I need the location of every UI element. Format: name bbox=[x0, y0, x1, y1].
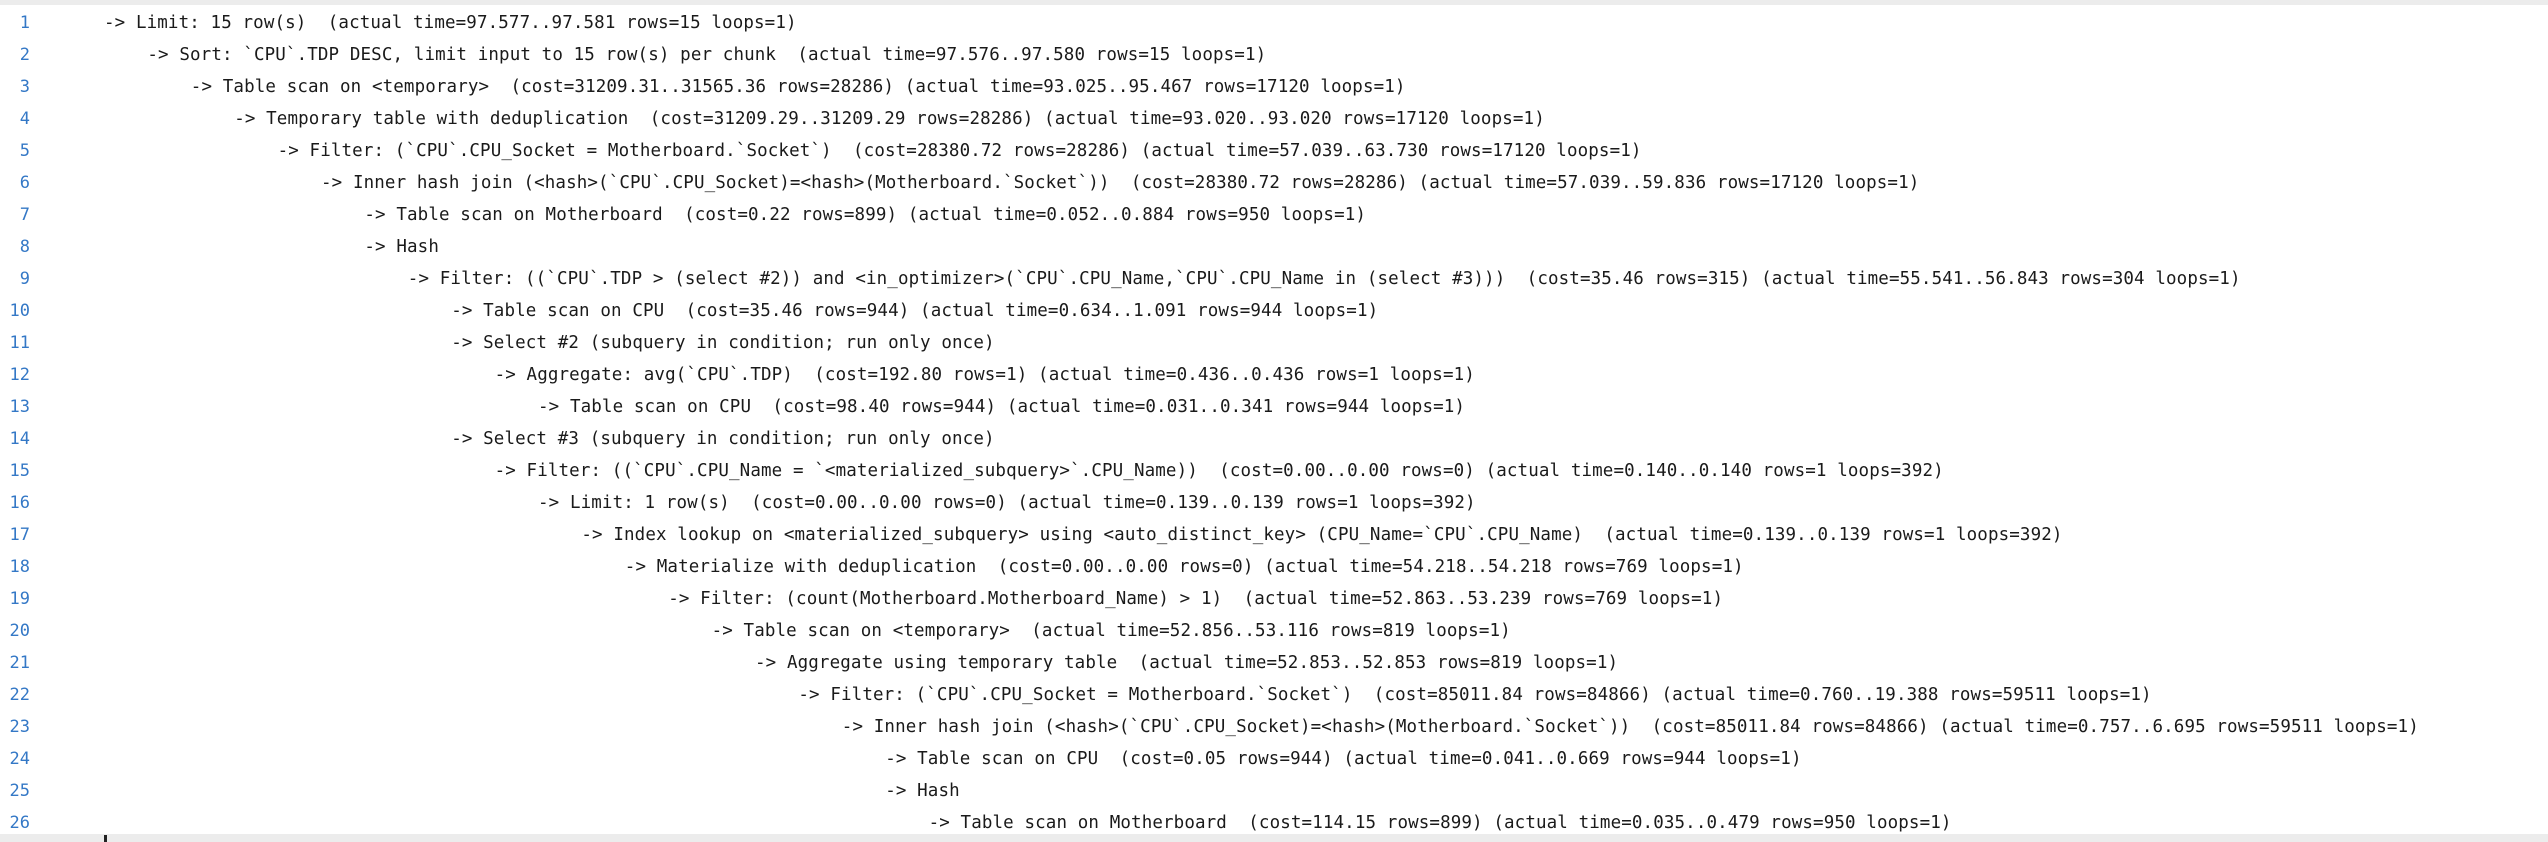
line-number: 19 bbox=[9, 589, 30, 609]
line-number: 22 bbox=[9, 685, 30, 705]
line-number: 8 bbox=[19, 237, 30, 257]
line-number: 3 bbox=[19, 77, 30, 97]
horizontal-scrollbar[interactable] bbox=[0, 834, 2548, 842]
line-number: 10 bbox=[9, 301, 30, 321]
code-line-text: -> Aggregate: avg(`CPU`.TDP) (cost=192.8… bbox=[494, 365, 1475, 385]
code-line[interactable]: 14 -> Select #3 (subquery in condition; r… bbox=[0, 423, 2548, 455]
code-line[interactable]: 18 -> Materialize with deduplication (cos… bbox=[0, 551, 2548, 583]
code-line-text: -> Table scan on CPU (cost=98.40 rows=94… bbox=[538, 397, 1466, 417]
text-cursor bbox=[104, 835, 107, 842]
code-line-text: -> Limit: 15 row(s) (actual time=97.577.… bbox=[104, 13, 797, 33]
code-line-text: -> Filter: ((`CPU`.CPU_Name = `<material… bbox=[494, 461, 1944, 481]
code-line[interactable]: 20 -> Table scan on <temporary> (actual t… bbox=[0, 615, 2548, 647]
code-line[interactable]: 25 -> Hash bbox=[0, 775, 2548, 807]
code-line-text: -> Table scan on Motherboard (cost=0.22 … bbox=[364, 205, 1367, 225]
code-line[interactable]: 2 -> Sort: `CPU`.TDP DESC, limit input to… bbox=[0, 39, 2548, 71]
code-line[interactable]: 13 -> Table scan on CPU (cost=98.40 rows=… bbox=[0, 391, 2548, 423]
line-number: 13 bbox=[9, 397, 30, 417]
line-number: 14 bbox=[9, 429, 30, 449]
line-number: 23 bbox=[9, 717, 30, 737]
code-line[interactable]: 15 -> Filter: ((`CPU`.CPU_Name = `<materi… bbox=[0, 455, 2548, 487]
code-line-text: -> Inner hash join (<hash>(`CPU`.CPU_Soc… bbox=[841, 717, 2419, 737]
code-line-text: -> Table scan on CPU (cost=35.46 rows=94… bbox=[451, 301, 1379, 321]
line-number: 20 bbox=[9, 621, 30, 641]
code-line-text: -> Aggregate using temporary table (actu… bbox=[755, 653, 1619, 673]
line-number: 5 bbox=[19, 141, 30, 161]
line-number: 17 bbox=[9, 525, 30, 545]
line-number: 18 bbox=[9, 557, 30, 577]
code-line-text: -> Temporary table with deduplication (c… bbox=[234, 109, 1545, 129]
code-line[interactable]: 8 -> Hash bbox=[0, 231, 2548, 263]
code-line[interactable]: 3 -> Table scan on <temporary> (cost=3120… bbox=[0, 71, 2548, 103]
code-editor[interactable]: 1 -> Limit: 15 row(s) (actual time=97.577… bbox=[0, 5, 2548, 833]
code-line[interactable]: 1 -> Limit: 15 row(s) (actual time=97.577… bbox=[0, 7, 2548, 39]
code-line-text: -> Filter: (`CPU`.CPU_Socket = Motherboa… bbox=[277, 141, 1642, 161]
code-line[interactable]: 22 -> Filter: (`CPU`.CPU_Socket = Motherb… bbox=[0, 679, 2548, 711]
code-line-text: -> Table scan on CPU (cost=0.05 rows=944… bbox=[885, 749, 1802, 769]
code-line[interactable]: 19 -> Filter: (count(Motherboard.Motherbo… bbox=[0, 583, 2548, 615]
line-number: 15 bbox=[9, 461, 30, 481]
line-number: 7 bbox=[19, 205, 30, 225]
code-line-text: -> Hash bbox=[885, 781, 960, 801]
code-line[interactable]: 11 -> Select #2 (subquery in condition; r… bbox=[0, 327, 2548, 359]
code-line-text: -> Limit: 1 row(s) (cost=0.00..0.00 rows… bbox=[538, 493, 1476, 513]
line-number: 25 bbox=[9, 781, 30, 801]
code-line[interactable]: 16 -> Limit: 1 row(s) (cost=0.00..0.00 ro… bbox=[0, 487, 2548, 519]
code-line[interactable]: 9 -> Filter: ((`CPU`.TDP > (select #2)) a… bbox=[0, 263, 2548, 295]
code-line-text: -> Select #3 (subquery in condition; run… bbox=[451, 429, 995, 449]
code-line[interactable]: 4 -> Temporary table with deduplication (… bbox=[0, 103, 2548, 135]
code-line-text: -> Inner hash join (<hash>(`CPU`.CPU_Soc… bbox=[321, 173, 1920, 193]
code-line-text: -> Hash bbox=[364, 237, 439, 257]
code-line[interactable]: 17 -> Index lookup on <materialized_subqu… bbox=[0, 519, 2548, 551]
line-number: 16 bbox=[9, 493, 30, 513]
line-number: 9 bbox=[19, 269, 30, 289]
line-number: 24 bbox=[9, 749, 30, 769]
code-line-text: -> Table scan on <temporary> (cost=31209… bbox=[190, 77, 1406, 97]
code-line-text: -> Sort: `CPU`.TDP DESC, limit input to … bbox=[147, 45, 1267, 65]
line-number: 11 bbox=[9, 333, 30, 353]
code-line[interactable]: 5 -> Filter: (`CPU`.CPU_Socket = Motherbo… bbox=[0, 135, 2548, 167]
code-line-text: -> Filter: (`CPU`.CPU_Socket = Motherboa… bbox=[798, 685, 2152, 705]
line-number: 2 bbox=[19, 45, 30, 65]
code-line-text: -> Materialize with deduplication (cost=… bbox=[624, 557, 1744, 577]
code-line[interactable]: 23 -> Inner hash join (<hash>(`CPU`.CPU_S… bbox=[0, 711, 2548, 743]
code-line[interactable]: 6 -> Inner hash join (<hash>(`CPU`.CPU_So… bbox=[0, 167, 2548, 199]
code-line[interactable]: 10 -> Table scan on CPU (cost=35.46 rows=… bbox=[0, 295, 2548, 327]
code-line-text: -> Index lookup on <materialized_subquer… bbox=[581, 525, 2063, 545]
code-line[interactable]: 24 -> Table scan on CPU (cost=0.05 rows=9… bbox=[0, 743, 2548, 775]
code-line-text: -> Table scan on <temporary> (actual tim… bbox=[711, 621, 1511, 641]
code-line[interactable]: 21 -> Aggregate using temporary table (ac… bbox=[0, 647, 2548, 679]
line-number: 6 bbox=[19, 173, 30, 193]
line-number: 12 bbox=[9, 365, 30, 385]
line-number: 1 bbox=[19, 13, 30, 33]
line-number: 4 bbox=[19, 109, 30, 129]
line-number: 21 bbox=[9, 653, 30, 673]
code-line[interactable]: 12 -> Aggregate: avg(`CPU`.TDP) (cost=192… bbox=[0, 359, 2548, 391]
code-line-text: -> Filter: ((`CPU`.TDP > (select #2)) an… bbox=[407, 269, 2241, 289]
code-line[interactable]: 7 -> Table scan on Motherboard (cost=0.22… bbox=[0, 199, 2548, 231]
code-line-text: -> Select #2 (subquery in condition; run… bbox=[451, 333, 995, 353]
code-line-text: -> Filter: (count(Motherboard.Motherboar… bbox=[668, 589, 1724, 609]
